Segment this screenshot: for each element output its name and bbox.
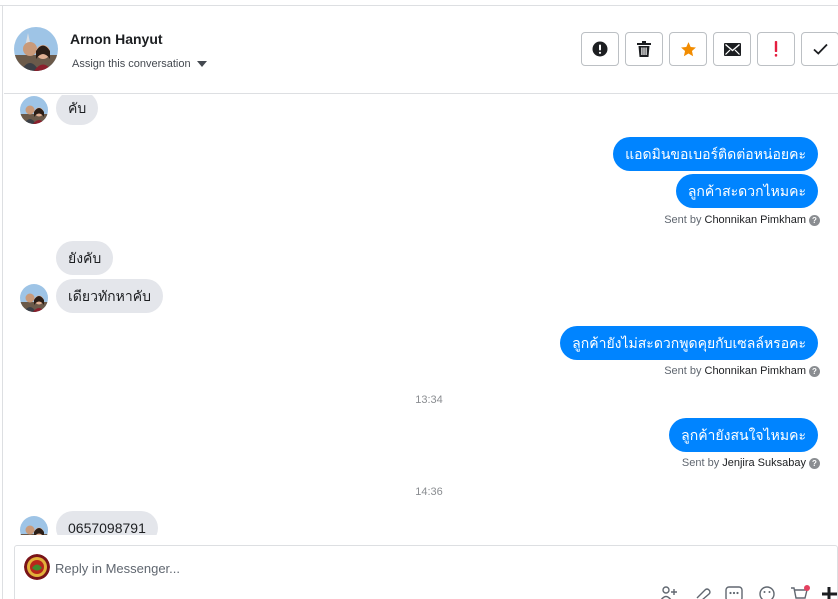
mark-unread-button[interactable] <box>713 32 751 66</box>
contact-name[interactable]: Arnon Hanyut <box>70 31 163 47</box>
sent-by-label: Sent by Chonnikan Pimkham ? <box>664 214 820 226</box>
star-icon <box>680 41 696 56</box>
sender-avatar <box>20 284 48 312</box>
mark-done-button[interactable] <box>801 32 838 66</box>
outgoing-message[interactable]: ลูกค้ายังสนใจไหมคะ <box>669 418 818 452</box>
assign-conversation-dropdown[interactable]: Assign this conversation <box>72 58 207 70</box>
saved-replies-icon[interactable] <box>725 586 743 599</box>
left-divider <box>0 6 3 599</box>
reply-input[interactable] <box>55 556 615 580</box>
sent-by-label: Sent by Chonnikan Pimkham ? <box>664 365 820 377</box>
incoming-message[interactable]: คับ <box>56 95 99 125</box>
timestamp: 13:34 <box>415 394 443 406</box>
delete-button[interactable] <box>625 32 663 66</box>
exclamation-icon <box>774 41 778 57</box>
help-icon[interactable]: ? <box>809 457 820 469</box>
follow-up-button[interactable] <box>757 32 795 66</box>
emoji-icon[interactable] <box>758 586 776 599</box>
check-icon <box>812 43 828 55</box>
attachment-icon[interactable] <box>694 586 712 599</box>
sender-name: Jenjira Suksabay <box>722 457 806 469</box>
alert-circle-icon <box>592 41 608 57</box>
top-divider <box>0 0 838 6</box>
assign-label: Assign this conversation <box>72 58 191 70</box>
star-button[interactable] <box>669 32 707 66</box>
conversation-header: Arnon Hanyut Assign this conversation <box>4 7 838 94</box>
sender-avatar <box>20 516 48 535</box>
incoming-message[interactable]: 0657098791 <box>56 511 158 535</box>
outgoing-message[interactable]: ลูกค้ายังไม่สะดวกพูดคุยกับเซลล์หรอคะ <box>560 326 818 360</box>
incoming-message[interactable]: เดียวทักหาคับ <box>56 279 163 313</box>
sender-avatar <box>20 96 48 124</box>
add-person-icon[interactable] <box>660 586 678 599</box>
sent-by-prefix: Sent by <box>681 457 720 469</box>
help-icon[interactable]: ? <box>809 365 820 377</box>
conversation-actions <box>581 32 838 66</box>
contact-avatar[interactable] <box>14 27 58 71</box>
trash-icon <box>637 41 651 57</box>
more-options-icon[interactable] <box>820 586 838 599</box>
reply-composer <box>14 545 838 599</box>
page-avatar <box>24 554 50 580</box>
caret-down-icon <box>196 61 207 67</box>
message-thread[interactable]: คับ แอดมินขอเบอร์ติดต่อหน่อยคะ ลูกค้าสะด… <box>4 95 838 535</box>
spam-button[interactable] <box>581 32 619 66</box>
sent-by-label: Sent by Jenjira Suksabay ? <box>682 457 820 469</box>
incoming-message[interactable]: ยังคับ <box>56 241 114 275</box>
sender-name: Chonnikan Pimkham <box>704 365 807 377</box>
sent-by-prefix: Sent by <box>664 365 702 377</box>
envelope-icon <box>723 42 741 56</box>
notification-dot <box>804 585 810 591</box>
help-icon[interactable]: ? <box>809 214 820 226</box>
sent-by-prefix: Sent by <box>664 214 702 226</box>
messenger-conversation-panel: Arnon Hanyut Assign this conversation คั… <box>0 0 838 599</box>
sender-name: Chonnikan Pimkham <box>704 214 807 226</box>
outgoing-message[interactable]: ลูกค้าสะดวกไหมคะ <box>675 174 818 208</box>
outgoing-message[interactable]: แอดมินขอเบอร์ติดต่อหน่อยคะ <box>613 137 818 171</box>
shop-icon[interactable] <box>790 585 810 599</box>
timestamp: 14:36 <box>415 486 443 498</box>
